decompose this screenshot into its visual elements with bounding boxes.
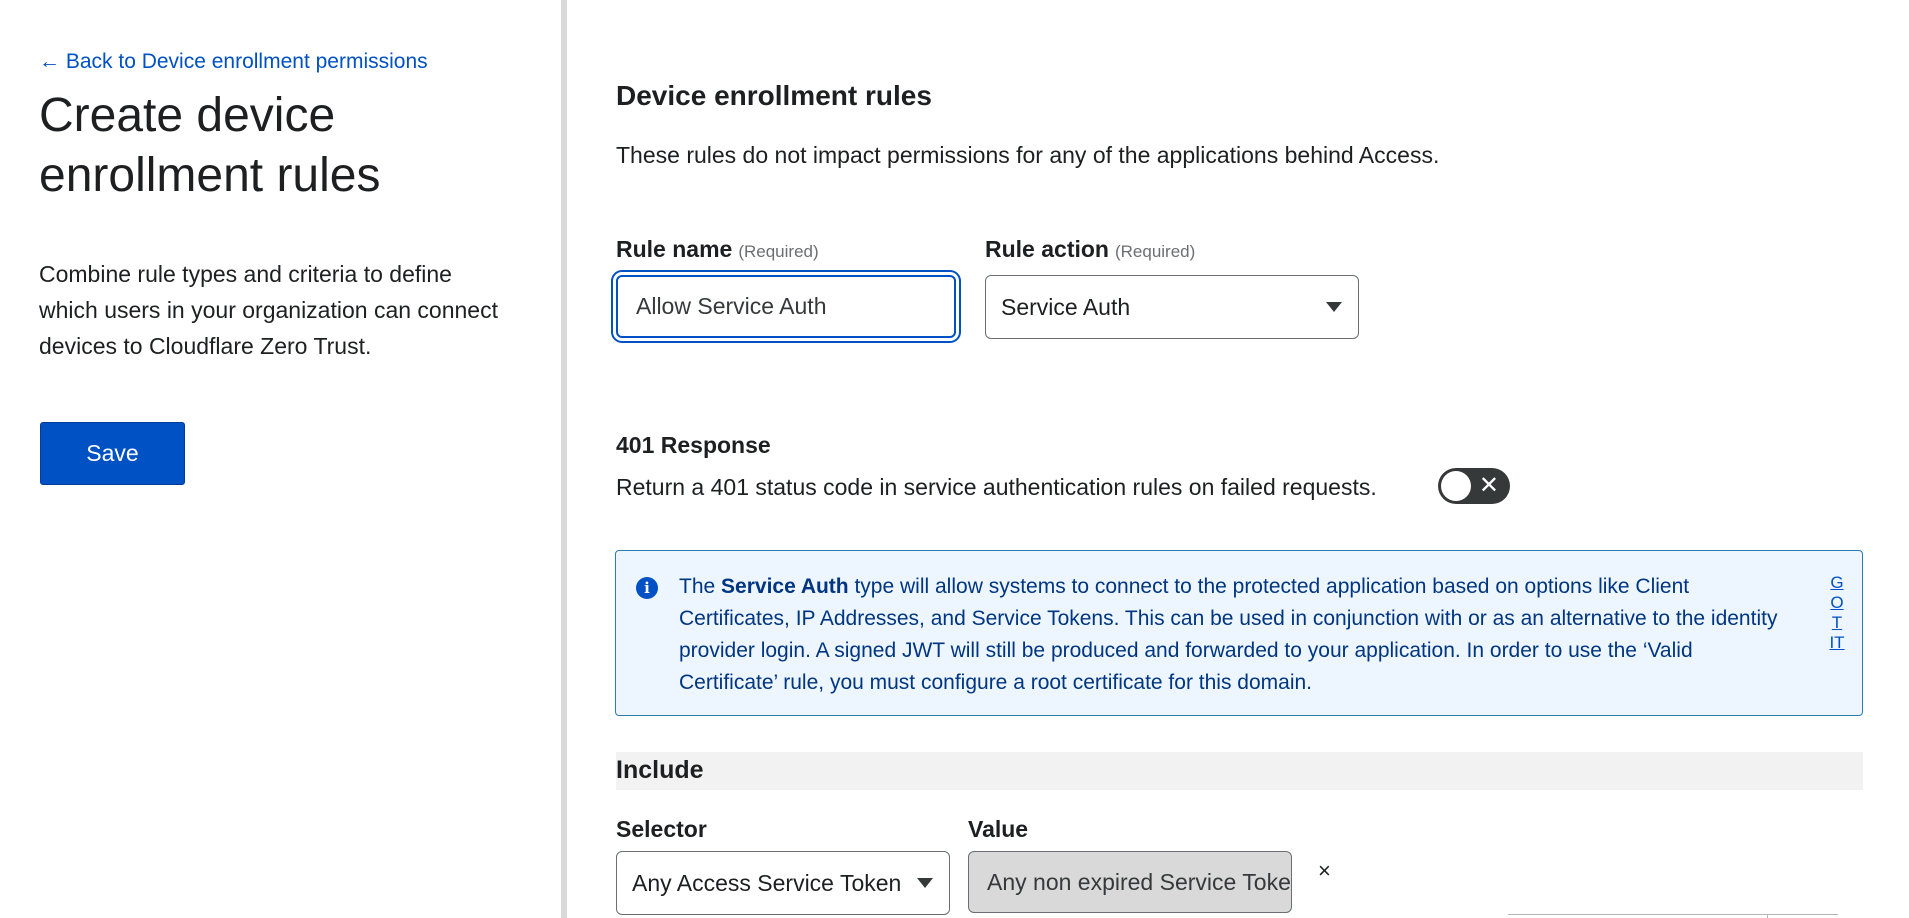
info-text-bold: Service Auth [721,575,849,598]
section-description: These rules do not impact permissions fo… [616,142,1440,168]
partial-table-edge [1508,914,1838,915]
save-button[interactable]: Save [40,422,185,485]
include-header: Include [616,752,1863,790]
info-text-prefix: The [679,575,722,598]
rule-name-required: (Required) [738,242,819,261]
rule-action-required: (Required) [1114,242,1196,261]
close-icon: ✕ [1478,472,1499,499]
rule-name-label-text: Rule name [616,236,733,262]
left-panel: ← Back to Device enrollment permissions … [0,0,561,918]
response-401-toggle[interactable]: ✕ [1438,468,1510,504]
back-link[interactable]: ← Back to Device enrollment permissions [39,50,428,74]
response-401-title: 401 Response [616,432,771,458]
rule-action-label: Rule action (Required) [985,236,1195,263]
remove-rule-icon[interactable]: × [1318,858,1331,884]
rule-action-label-text: Rule action [985,236,1109,262]
selector-select[interactable]: Any Access Service Token [616,851,950,915]
value-field: Any non expired Service Token will be ma… [968,851,1292,913]
page-title: Create device enrollment rules [39,89,381,202]
info-icon: i [636,577,658,599]
partial-table-divider [1767,914,1768,918]
toggle-knob [1441,471,1471,501]
include-title: Include [616,756,704,784]
rule-action-select[interactable]: Service Auth [985,275,1359,339]
got-it-link[interactable]: GOT IT [1829,573,1845,653]
value-field-text: Any non expired Service Token will be ma… [987,868,1291,895]
info-banner: i The Service Auth type will allow syste… [615,550,1863,716]
rule-action-value: Service Auth [1001,293,1131,320]
selector-label: Selector [616,816,707,842]
rule-name-label: Rule name (Required) [616,236,819,263]
chevron-down-icon [917,878,933,888]
chevron-down-icon [1326,302,1342,312]
page-description: Combine rule types and criteria to defin… [39,261,498,359]
main-panel: Device enrollment rules These rules do n… [567,0,1909,918]
rule-name-input[interactable] [616,275,956,338]
info-text: The Service Auth type will allow systems… [679,571,1779,699]
selector-value: Any Access Service Token [632,869,902,896]
response-401-description: Return a 401 status code in service auth… [616,474,1377,500]
value-label: Value [968,816,1029,842]
section-title: Device enrollment rules [616,80,932,111]
